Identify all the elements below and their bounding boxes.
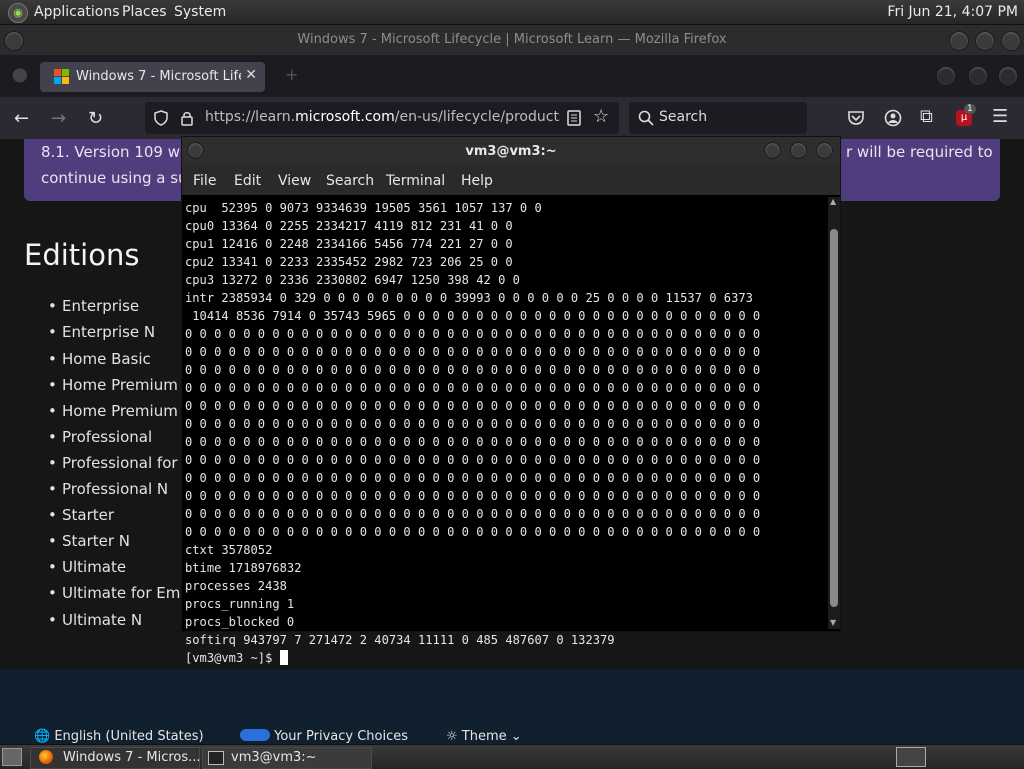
terminal-menu-terminal[interactable]: Terminal — [386, 173, 445, 189]
show-desktop-icon[interactable] — [2, 748, 22, 766]
page-footer: 🌐 English (United States) Your Privacy C… — [0, 670, 1024, 744]
new-tab-icon[interactable]: + — [285, 65, 298, 84]
edition-item: Home Premium N — [48, 402, 194, 420]
account-icon[interactable] — [884, 109, 902, 127]
edition-item: Enterprise N — [48, 323, 155, 341]
terminal-menu-file[interactable]: File — [193, 173, 216, 189]
terminal-titlebar: vm3@vm3:~ — [182, 137, 840, 165]
language-selector[interactable]: 🌐 English (United States) — [34, 729, 204, 744]
reload-icon[interactable]: ↻ — [88, 108, 103, 129]
edition-item: Ultimate N — [48, 611, 142, 629]
banner-line-2: continue using a sup — [41, 169, 198, 187]
firefox-window-title: Windows 7 - Microsoft Lifecycle | Micros… — [297, 32, 727, 47]
text-cursor — [279, 650, 288, 665]
terminal-output-area[interactable]: cpu 52395 0 9073 9334639 19505 3561 1057… — [184, 197, 828, 665]
terminal-scrollbar[interactable]: ▲ ▼ — [828, 197, 840, 629]
taskbar: Windows 7 - Micros... vm3@vm3:~ — [0, 744, 1024, 769]
tab-windows7[interactable]: Windows 7 - Microsoft Lifec ✕ — [40, 62, 265, 92]
microsoft-logo-icon — [54, 69, 69, 84]
bookmark-star-icon[interactable]: ☆ — [593, 106, 609, 127]
terminal-menu-edit[interactable]: Edit — [234, 173, 261, 189]
firefox-titlebar: Windows 7 - Microsoft Lifecycle | Micros… — [0, 25, 1024, 56]
ff-close-button[interactable] — [998, 66, 1018, 86]
terminal-output: cpu 52395 0 9073 9334639 19505 3561 1057… — [185, 201, 761, 647]
back-icon[interactable]: ← — [14, 108, 29, 129]
edition-item: Professional — [48, 428, 152, 446]
extension-badge: 1 — [964, 104, 976, 114]
privacy-choices-link[interactable]: Your Privacy Choices — [240, 729, 408, 744]
edition-item: Ultimate — [48, 558, 126, 576]
terminal-maximize-button[interactable] — [790, 142, 807, 159]
tab-label: Windows 7 - Microsoft Lifec — [76, 69, 241, 84]
ff-minimize-button[interactable] — [936, 66, 956, 86]
close-window-button[interactable] — [1001, 31, 1021, 51]
privacy-toggle-icon — [240, 729, 270, 741]
edition-item: Home Premium — [48, 376, 178, 394]
edition-item: Professional for E — [48, 454, 192, 472]
distro-logo-icon[interactable]: ◉ — [8, 3, 28, 23]
terminal-menu-help[interactable]: Help — [461, 173, 493, 189]
banner-right-text: r will be required to — [846, 143, 993, 161]
taskbar-label: Windows 7 - Micros... — [63, 750, 201, 765]
taskbar-item-firefox[interactable]: Windows 7 - Micros... — [30, 747, 201, 769]
terminal-minimize-button[interactable] — [764, 142, 781, 159]
top-panel: ◉ Applications Places System Fri Jun 21,… — [0, 0, 1024, 25]
editions-heading: Editions — [24, 238, 140, 272]
workspace-switcher[interactable] — [896, 747, 926, 767]
maximize-button[interactable] — [975, 31, 995, 51]
edition-item: Home Basic — [48, 350, 151, 368]
forward-icon[interactable]: → — [51, 108, 66, 129]
pocket-icon[interactable] — [847, 110, 865, 126]
shell-prompt: [vm3@vm3 ~]$ — [185, 651, 280, 665]
terminal-close-button[interactable] — [816, 142, 833, 159]
system-menu[interactable]: System — [174, 4, 226, 20]
firefox-icon — [39, 750, 53, 764]
scrollbar-thumb[interactable] — [830, 229, 838, 607]
extensions-icon[interactable]: ⧉ — [920, 106, 933, 127]
edition-item: Starter — [48, 506, 114, 524]
url-bar[interactable]: https://learn.microsoft.com/en-us/lifecy… — [145, 102, 619, 134]
ff-maximize-button[interactable] — [968, 66, 988, 86]
terminal-menu-view[interactable]: View — [278, 173, 311, 189]
terminal-menubar: File Edit View Search Terminal Help — [182, 165, 840, 195]
edition-item: Professional N — [48, 480, 168, 498]
edition-item: Starter N — [48, 532, 130, 550]
places-menu[interactable]: Places — [122, 4, 167, 20]
taskbar-label: vm3@vm3:~ — [231, 750, 317, 765]
edition-item: Enterprise — [48, 297, 139, 315]
lock-icon[interactable] — [180, 110, 194, 126]
terminal-menu-search[interactable]: Search — [326, 173, 374, 189]
applications-menu[interactable]: Applications — [34, 4, 120, 20]
scroll-down-icon[interactable]: ▼ — [830, 618, 836, 627]
terminal-title: vm3@vm3:~ — [465, 144, 557, 159]
banner-line-1: 8.1. Version 109 will — [41, 143, 193, 161]
app-menu-icon[interactable]: ☰ — [992, 106, 1008, 127]
tab-list-icon[interactable]: ⬤ — [12, 67, 28, 83]
clock[interactable]: Fri Jun 21, 4:07 PM — [887, 4, 1018, 20]
search-icon — [638, 110, 654, 126]
shield-icon[interactable] — [153, 110, 169, 126]
theme-selector[interactable]: ☼ Theme ⌄ — [446, 729, 522, 744]
minimize-button[interactable] — [949, 31, 969, 51]
terminal-icon — [208, 751, 224, 765]
search-box[interactable]: Search — [629, 102, 807, 134]
reader-view-icon[interactable] — [567, 110, 581, 126]
url-text[interactable]: https://learn.microsoft.com/en-us/lifecy… — [205, 109, 560, 125]
search-placeholder: Search — [659, 109, 708, 125]
scroll-up-icon[interactable]: ▲ — [830, 197, 836, 206]
close-tab-icon[interactable]: ✕ — [245, 67, 257, 83]
taskbar-item-terminal[interactable]: vm3@vm3:~ — [202, 747, 372, 769]
edition-item: Ultimate for Emb — [48, 584, 190, 602]
